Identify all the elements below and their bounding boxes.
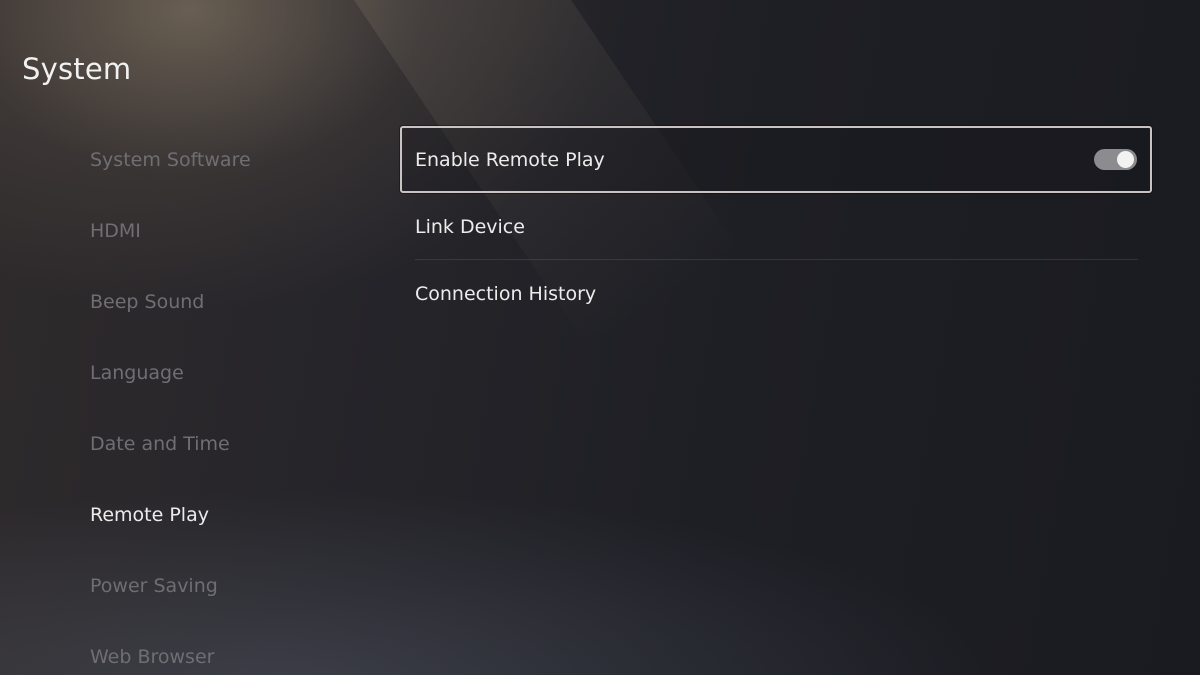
sidebar-item-hdmi[interactable]: HDMI [90,195,380,266]
sidebar-item-power-saving[interactable]: Power Saving [90,550,380,621]
sidebar-item-system-software[interactable]: System Software [90,124,380,195]
settings-sidebar: System Software HDMI Beep Sound Language… [90,124,380,675]
sidebar-item-web-browser[interactable]: Web Browser [90,621,380,675]
settings-screen: System System Software HDMI Beep Sound L… [0,0,1200,675]
toggle-knob [1117,151,1134,168]
sidebar-item-beep-sound[interactable]: Beep Sound [90,266,380,337]
enable-remote-play-label: Enable Remote Play [415,148,605,171]
sidebar-item-language[interactable]: Language [90,337,380,408]
connection-history-row[interactable]: Connection History [400,260,1152,327]
sidebar-item-date-and-time[interactable]: Date and Time [90,408,380,479]
enable-remote-play-row[interactable]: Enable Remote Play [400,126,1152,193]
page-title: System [22,52,132,86]
enable-remote-play-toggle[interactable] [1094,149,1137,170]
sidebar-item-remote-play[interactable]: Remote Play [90,479,380,550]
remote-play-settings-list: Enable Remote Play Link Device Connectio… [400,126,1152,327]
link-device-label: Link Device [415,215,525,238]
link-device-row[interactable]: Link Device [400,193,1152,260]
connection-history-label: Connection History [415,282,597,305]
